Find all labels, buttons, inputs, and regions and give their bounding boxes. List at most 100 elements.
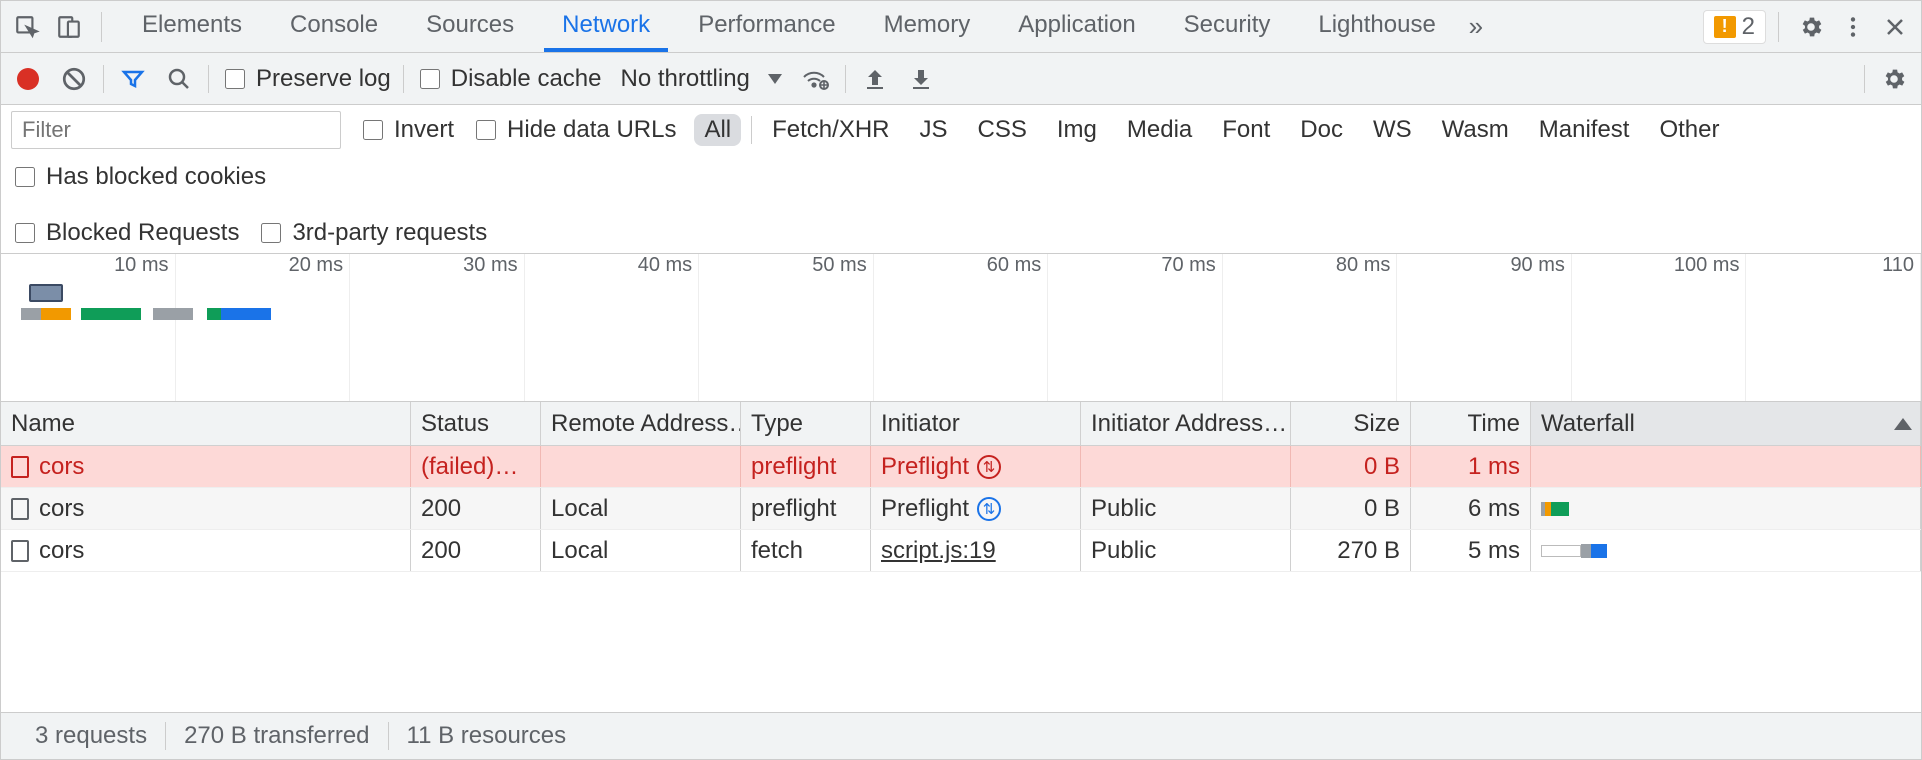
separator [208, 65, 209, 93]
filter-input[interactable] [11, 111, 341, 149]
issues-badge[interactable]: ! 2 [1703, 10, 1766, 44]
filter-type-img[interactable]: Img [1047, 114, 1107, 146]
file-icon [11, 540, 29, 562]
third-party-label: 3rd-party requests [292, 219, 487, 247]
cell: 270 B [1291, 530, 1411, 571]
inspect-element-icon[interactable] [7, 7, 47, 47]
cell: (failed)… [411, 446, 541, 487]
tab-memory[interactable]: Memory [866, 1, 989, 52]
file-icon [11, 498, 29, 520]
hide-data-urls-checkbox[interactable]: Hide data URLs [472, 116, 676, 144]
column-header-initiator-address-[interactable]: Initiator Address… [1081, 402, 1291, 445]
network-settings-gear-icon[interactable] [1877, 62, 1911, 96]
table-row[interactable]: cors200Localfetchscript.js:19Public270 B… [1, 530, 1921, 572]
preserve-log-input[interactable] [225, 69, 245, 89]
column-header-type[interactable]: Type [741, 402, 871, 445]
waterfall-cell [1531, 488, 1921, 529]
overview-selection-handle[interactable] [29, 284, 63, 302]
kebab-menu-icon[interactable] [1833, 7, 1873, 47]
status-transferred: 270 B transferred [165, 722, 387, 750]
tab-security[interactable]: Security [1166, 1, 1289, 52]
hide-data-urls-input[interactable] [476, 120, 496, 140]
filter-type-wasm[interactable]: Wasm [1432, 114, 1519, 146]
tab-sources[interactable]: Sources [408, 1, 532, 52]
waterfall-cell [1531, 530, 1921, 571]
filter-type-fetch-xhr[interactable]: Fetch/XHR [762, 114, 899, 146]
filter-type-ws[interactable]: WS [1363, 114, 1422, 146]
tab-elements[interactable]: Elements [124, 1, 260, 52]
filter-type-doc[interactable]: Doc [1290, 114, 1353, 146]
disable-cache-input[interactable] [420, 69, 440, 89]
tab-performance[interactable]: Performance [680, 1, 853, 52]
record-button[interactable] [11, 62, 45, 96]
clear-button[interactable] [57, 62, 91, 96]
blocked-requests-checkbox[interactable]: Blocked Requests [11, 219, 239, 247]
separator [845, 65, 846, 93]
initiator-text: Preflight [881, 453, 969, 481]
overview-bars [21, 308, 271, 328]
filter-type-media[interactable]: Media [1117, 114, 1202, 146]
settings-gear-icon[interactable] [1791, 7, 1831, 47]
invert-checkbox[interactable]: Invert [359, 116, 454, 144]
disable-cache-checkbox[interactable]: Disable cache [416, 65, 602, 93]
filter-type-font[interactable]: Font [1212, 114, 1280, 146]
cell: 5 ms [1411, 530, 1531, 571]
cell: 200 [411, 530, 541, 571]
preserve-log-checkbox[interactable]: Preserve log [221, 65, 391, 93]
filter-type-all[interactable]: All [694, 114, 741, 146]
third-party-input[interactable] [261, 223, 281, 243]
invert-input[interactable] [363, 120, 383, 140]
column-header-size[interactable]: Size [1291, 402, 1411, 445]
separator [1864, 65, 1865, 93]
column-header-name[interactable]: Name [1, 402, 411, 445]
tab-application[interactable]: Application [1000, 1, 1153, 52]
has-blocked-cookies-checkbox[interactable]: Has blocked cookies [11, 163, 266, 191]
tab-network[interactable]: Network [544, 1, 668, 52]
has-blocked-cookies-input[interactable] [15, 167, 35, 187]
cell: cors [1, 488, 411, 529]
filter-type-js[interactable]: JS [910, 114, 958, 146]
network-toolbar: Preserve log Disable cache No throttling [1, 53, 1921, 105]
overview-timeline[interactable]: 10 ms20 ms30 ms40 ms50 ms60 ms70 ms80 ms… [1, 254, 1921, 402]
tab-lighthouse[interactable]: Lighthouse [1300, 1, 1453, 52]
disable-cache-label: Disable cache [451, 65, 602, 93]
cell: Local [541, 530, 741, 571]
swap-icon: ⇅ [977, 455, 1001, 479]
waterfall-cell [1531, 446, 1921, 487]
third-party-checkbox[interactable]: 3rd-party requests [257, 219, 487, 247]
tab-console[interactable]: Console [272, 1, 396, 52]
cell [541, 446, 741, 487]
table-row[interactable]: cors200LocalpreflightPreflight⇅Public0 B… [1, 488, 1921, 530]
column-header-initiator[interactable]: Initiator [871, 402, 1081, 445]
cell: 0 B [1291, 488, 1411, 529]
filter-type-css[interactable]: CSS [968, 114, 1037, 146]
upload-har-icon[interactable] [858, 62, 892, 96]
filter-icon[interactable] [116, 62, 150, 96]
column-header-waterfall[interactable]: Waterfall [1531, 402, 1921, 445]
request-name: cors [39, 453, 84, 481]
column-header-time[interactable]: Time [1411, 402, 1531, 445]
blocked-requests-input[interactable] [15, 223, 35, 243]
cell: cors [1, 446, 411, 487]
column-header-status[interactable]: Status [411, 402, 541, 445]
requests-table: NameStatusRemote Address…TypeInitiatorIn… [1, 402, 1921, 713]
initiator-link[interactable]: script.js:19 [881, 537, 996, 565]
search-icon[interactable] [162, 62, 196, 96]
filter-type-other[interactable]: Other [1649, 114, 1729, 146]
download-har-icon[interactable] [904, 62, 938, 96]
network-filter-bar: Invert Hide data URLs All Fetch/XHR JS CSS I… [1, 105, 1921, 254]
tabs-overflow-button[interactable]: » [1456, 7, 1496, 47]
throttling-select[interactable]: No throttling [613, 62, 788, 96]
network-conditions-icon[interactable] [799, 62, 833, 96]
table-row[interactable]: cors(failed)…preflightPreflight⇅0 B1 ms [1, 446, 1921, 488]
column-header-remote-address-[interactable]: Remote Address… [541, 402, 741, 445]
close-devtools-icon[interactable] [1875, 7, 1915, 47]
sort-asc-icon [1894, 418, 1912, 430]
preserve-log-label: Preserve log [256, 65, 391, 93]
filter-type-manifest[interactable]: Manifest [1529, 114, 1640, 146]
devtools-tabstrip: ElementsConsoleSourcesNetworkPerformance… [1, 1, 1921, 53]
table-body[interactable]: cors(failed)…preflightPreflight⇅0 B1 msc… [1, 446, 1921, 712]
cell: 200 [411, 488, 541, 529]
status-requests: 3 requests [17, 722, 165, 750]
device-toolbar-icon[interactable] [49, 7, 89, 47]
